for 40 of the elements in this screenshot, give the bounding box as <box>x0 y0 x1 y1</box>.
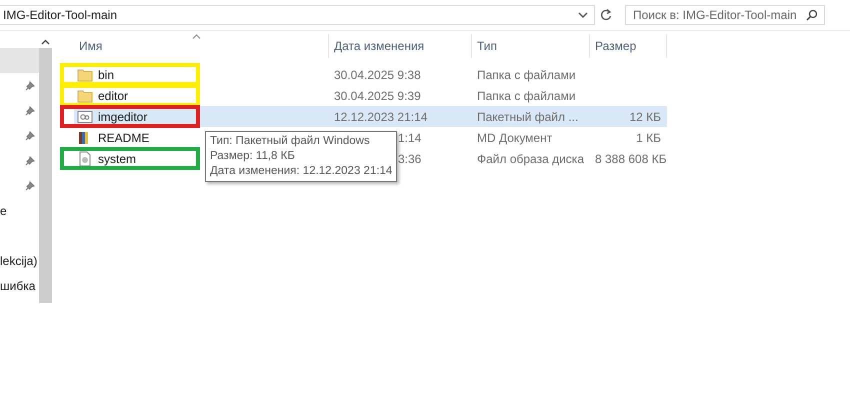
date-cell: 3:36 <box>398 152 422 166</box>
date-cell: 12.12.2023 21:14 <box>334 110 428 124</box>
column-header[interactable]: Тип <box>472 34 590 58</box>
tooltip-line: Размер: 11,8 КБ <box>210 149 296 164</box>
type-cell-text: MD Документ <box>476 130 554 144</box>
address-path: IMG-Editor-Tool-main <box>3 8 118 22</box>
type-cell-text: Папка с файлами <box>476 88 577 102</box>
dropdown-chevron-icon[interactable] <box>578 11 588 19</box>
column-header[interactable]: Имя <box>74 34 329 58</box>
sort-caret-icon <box>192 34 201 39</box>
column-header[interactable]: Размер <box>590 34 667 58</box>
column-header[interactable]: Дата изменения <box>329 34 472 58</box>
size-cell: 8 388 608 КБ <box>595 152 667 166</box>
date-cell: 30.04.2025 9:39 <box>334 88 421 102</box>
address-bar[interactable]: IMG-Editor-Tool-main <box>0 5 595 25</box>
size-cell: 1 КБ <box>636 130 661 144</box>
scroll-up-icon[interactable] <box>41 39 50 45</box>
type-cell-text: Файл образа диска <box>476 152 585 166</box>
search-field[interactable]: Поиск в: IMG-Editor-Tool-main <box>625 5 825 25</box>
nav-item[interactable]: e <box>0 204 7 218</box>
date-cell: 30.04.2025 9:38 <box>334 68 421 82</box>
file-name[interactable]: README <box>98 130 150 144</box>
nav-item[interactable]: шибка <box>0 278 36 292</box>
selected-row-highlight[interactable]: imgeditor 12.12.2023 21:14 Пакетный файл ... 12 КБ <box>74 106 667 127</box>
type-cell-text: Пакетный файл ... <box>476 110 580 124</box>
search-icon <box>806 9 818 21</box>
type-cell-text: Папка с файлами <box>476 68 577 82</box>
nav-item[interactable]: lekcija) <box>0 254 38 268</box>
file-name[interactable]: imgeditor <box>98 110 148 124</box>
file-name[interactable]: editor <box>98 88 128 102</box>
date-cell: 1:14 <box>398 130 422 144</box>
file-name[interactable]: system <box>98 152 136 166</box>
folder-icon <box>77 88 93 102</box>
disk-file-icon <box>77 150 93 166</box>
size-cell: 12 КБ <box>629 110 661 124</box>
tooltip-line: Тип: Пакетный файл Windows <box>210 134 371 149</box>
file-name[interactable]: bin <box>98 68 114 82</box>
refresh-icon[interactable] <box>599 8 613 22</box>
tooltip-line: Дата изменения: 12.12.2023 21:14 <box>210 164 392 179</box>
folder-icon <box>77 68 93 82</box>
